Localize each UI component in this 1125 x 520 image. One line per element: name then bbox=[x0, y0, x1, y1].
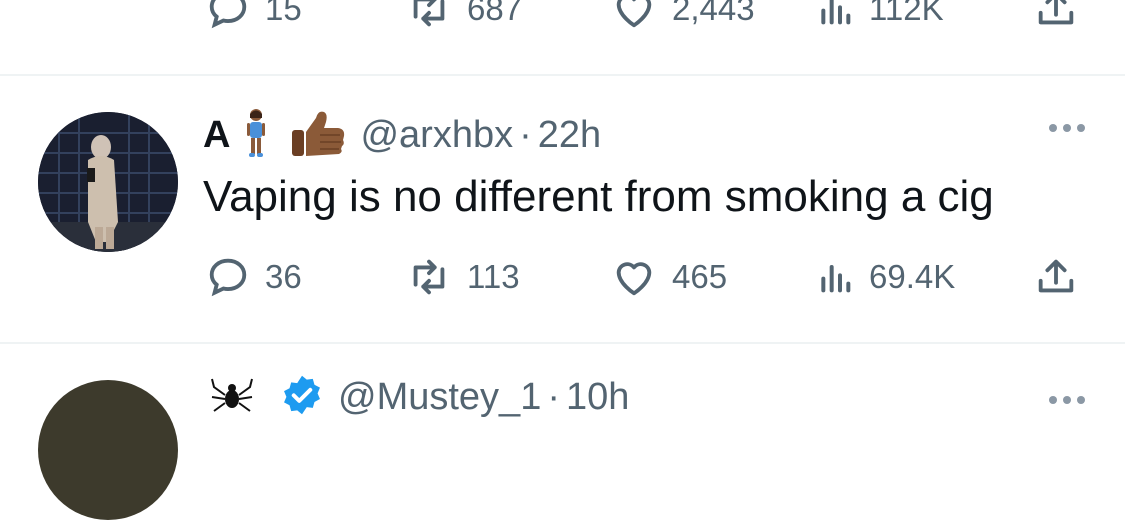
spider-icon bbox=[210, 373, 254, 422]
share-icon bbox=[1038, 0, 1074, 25]
reply-button[interactable]: 36 bbox=[205, 254, 302, 300]
views-count: 69.4K bbox=[869, 258, 956, 295]
like-button[interactable]: 465 bbox=[610, 254, 727, 300]
next-more-options-button[interactable] bbox=[1049, 396, 1085, 404]
heart-icon bbox=[616, 262, 652, 296]
more-options-button[interactable] bbox=[1049, 124, 1085, 132]
views-icon bbox=[821, 0, 851, 25]
tweet-header: A @arxhbx · 22h bbox=[203, 108, 601, 163]
share-button[interactable] bbox=[1033, 0, 1079, 32]
thumbs-up-icon bbox=[290, 108, 346, 163]
views-count: 112K bbox=[869, 0, 944, 27]
like-count: 465 bbox=[672, 258, 728, 295]
more-dot-icon bbox=[1049, 396, 1057, 404]
heart-icon bbox=[616, 0, 652, 28]
avatar[interactable] bbox=[38, 112, 178, 252]
retweet-icon bbox=[413, 259, 445, 295]
more-dot-icon bbox=[1077, 124, 1085, 132]
more-dot-icon bbox=[1077, 396, 1085, 404]
more-dot-icon bbox=[1063, 396, 1071, 404]
more-dot-icon bbox=[1049, 124, 1057, 132]
display-name[interactable]: A bbox=[203, 114, 230, 157]
user-handle[interactable]: @Mustey_1 bbox=[338, 376, 541, 419]
timestamp[interactable]: 22h bbox=[538, 114, 601, 157]
retweet-button[interactable]: 687 bbox=[405, 0, 522, 32]
user-handle[interactable]: @arxhbx bbox=[360, 114, 513, 157]
tweet-divider bbox=[0, 74, 1125, 76]
prev-tweet-metrics: 15 687 2,443 112K bbox=[0, 0, 1125, 50]
reply-count: 15 bbox=[265, 0, 302, 27]
woman-standing-icon bbox=[244, 108, 268, 163]
next-tweet-header: @Mustey_1 · 10h bbox=[210, 372, 629, 422]
separator: · bbox=[547, 375, 560, 418]
verified-badge-icon bbox=[280, 373, 324, 422]
next-tweet-avatar[interactable] bbox=[38, 380, 178, 520]
like-button[interactable]: 2,443 bbox=[610, 0, 755, 32]
share-button[interactable] bbox=[1033, 254, 1079, 300]
more-dot-icon bbox=[1063, 124, 1071, 132]
separator: · bbox=[519, 113, 532, 156]
reply-icon bbox=[209, 0, 247, 29]
retweet-count: 113 bbox=[467, 258, 520, 295]
tweet-metrics: 36 113 465 69.4K bbox=[0, 246, 1125, 326]
views-icon bbox=[821, 265, 851, 293]
views-button[interactable]: 112K bbox=[815, 0, 944, 32]
like-count: 2,443 bbox=[672, 0, 755, 27]
tweet-divider bbox=[0, 342, 1125, 344]
retweet-button[interactable]: 113 bbox=[405, 254, 520, 300]
share-icon bbox=[1038, 259, 1074, 293]
timestamp[interactable]: 10h bbox=[566, 376, 629, 419]
reply-count: 36 bbox=[265, 258, 302, 295]
retweet-icon bbox=[413, 0, 445, 27]
retweet-count: 687 bbox=[467, 0, 523, 27]
views-button[interactable]: 69.4K bbox=[815, 254, 955, 300]
reply-button[interactable]: 15 bbox=[205, 0, 302, 32]
tweet-text: Vaping is no different from smoking a ci… bbox=[203, 172, 994, 221]
reply-icon bbox=[209, 258, 247, 297]
